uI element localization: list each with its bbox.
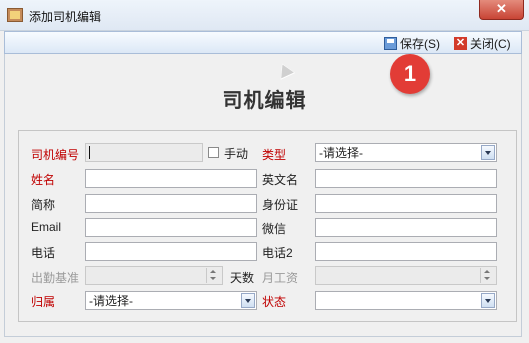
name-input[interactable] xyxy=(85,169,257,188)
english-name-label: 英文名 xyxy=(262,173,299,187)
text-caret xyxy=(89,146,90,159)
window-close-button[interactable]: ✕ xyxy=(479,0,524,20)
english-name-input[interactable] xyxy=(315,169,497,188)
chevron-down-icon[interactable] xyxy=(241,293,255,308)
phone2-label: 电话2 xyxy=(262,246,293,260)
wechat-input[interactable] xyxy=(315,218,497,237)
page-title: 司机编辑 xyxy=(222,90,307,112)
driver-no-input[interactable] xyxy=(85,143,203,162)
email-label: Email xyxy=(31,220,62,234)
save-button-label: 保存(S) xyxy=(400,36,440,51)
close-red-x-icon: ✕ xyxy=(454,36,467,50)
title-bar: 添加司机编辑 ✕ xyxy=(0,0,529,31)
attendance-base-label: 出勤基准 xyxy=(31,271,80,285)
attendance-unit-label: 天数 xyxy=(230,271,255,285)
chevron-down-icon[interactable] xyxy=(481,145,495,160)
chevron-down-icon[interactable] xyxy=(481,293,495,308)
phone-label: 电话 xyxy=(31,246,56,260)
type-select[interactable]: -请选择- xyxy=(315,143,497,162)
id-card-label: 身份证 xyxy=(262,198,299,212)
short-name-label: 简称 xyxy=(31,198,56,212)
close-button-label: 关闭(C) xyxy=(470,36,511,51)
wechat-label: 微信 xyxy=(262,222,287,236)
status-select[interactable] xyxy=(315,291,497,310)
type-label: 类型 xyxy=(262,148,287,162)
up-down-arrows-icon[interactable] xyxy=(480,268,495,283)
email-input[interactable] xyxy=(85,218,257,237)
short-name-input[interactable] xyxy=(85,194,257,213)
belong-label: 归属 xyxy=(31,295,56,309)
save-button[interactable]: 保存(S) xyxy=(384,35,440,51)
close-button[interactable]: ✕ 关闭(C) xyxy=(454,35,511,51)
toolbar: 保存(S) ✕ 关闭(C) xyxy=(4,31,522,54)
id-card-input[interactable] xyxy=(315,194,497,213)
driver-form: 司机编号 手动 类型 -请选择- 姓名 英文名 简称 身份证 Email 微信 … xyxy=(18,130,517,322)
attendance-base-spinner[interactable] xyxy=(85,266,223,285)
monthly-salary-label: 月工资 xyxy=(262,271,299,285)
belong-select[interactable]: -请选择- xyxy=(85,291,257,310)
app-icon xyxy=(7,8,23,22)
step-badge: 1 xyxy=(390,54,430,94)
monthly-salary-spinner[interactable] xyxy=(315,266,497,285)
phone-input[interactable] xyxy=(85,242,257,261)
window-title: 添加司机编辑 xyxy=(29,10,102,24)
manual-checkbox[interactable] xyxy=(208,147,219,158)
type-select-value: -请选择- xyxy=(319,146,363,160)
up-down-arrows-icon[interactable] xyxy=(206,268,221,283)
floppy-disk-icon xyxy=(384,36,397,50)
belong-select-value: -请选择- xyxy=(89,294,133,308)
phone2-input[interactable] xyxy=(315,242,497,261)
name-label: 姓名 xyxy=(31,173,56,187)
manual-label: 手动 xyxy=(224,147,249,161)
driver-no-label: 司机编号 xyxy=(31,148,80,162)
status-label: 状态 xyxy=(262,295,287,309)
